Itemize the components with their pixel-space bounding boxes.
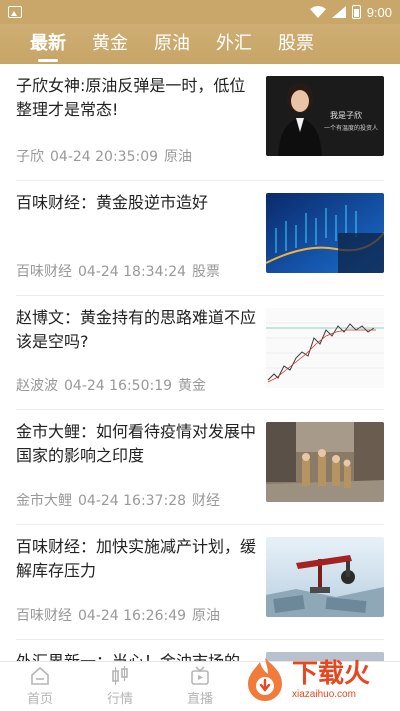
article-time: 04-24 16:37:28 <box>78 493 187 509</box>
article-time: 04-24 16:50:19 <box>64 378 173 394</box>
article-title: 金市大鲤：如何看待疫情对发展中国家的影响之印度 <box>16 422 257 465</box>
article-title: 赵博文：黄金持有的思路难道不应该是空吗? <box>16 308 257 351</box>
watermark-text: 下载火 <box>292 658 371 689</box>
watermark-url: xiazaihuo.com <box>292 688 356 700</box>
list-item[interactable]: 金市大鲤：如何看待疫情对发展中国家的影响之印度 金市大鲤 04-24 16:37:… <box>16 410 384 525</box>
article-meta: 百味财经 04-24 18:34:24 股票 <box>16 261 258 281</box>
tab-latest[interactable]: 最新 <box>30 24 66 64</box>
tab-crude-oil[interactable]: 原油 <box>154 24 190 64</box>
article-thumbnail <box>266 308 384 388</box>
status-time: 9:00 <box>366 4 392 20</box>
signal-icon <box>331 6 346 18</box>
article-category: 股票 <box>192 264 221 280</box>
article-meta: 百味财经 04-24 16:26:49 原油 <box>16 605 258 625</box>
nav-quotes-label: 行情 <box>106 692 133 707</box>
article-category: 黄金 <box>178 378 207 394</box>
tab-stocks[interactable]: 股票 <box>278 24 314 64</box>
category-tabs: 最新 黄金 原油 外汇 股票 <box>0 24 400 64</box>
article-meta: 子欣 04-24 20:35:09 原油 <box>16 146 258 166</box>
article-meta: 赵波波 04-24 16:50:19 黄金 <box>16 375 258 395</box>
nav-live[interactable]: 直播 <box>160 662 240 711</box>
article-thumbnail <box>266 537 384 617</box>
live-icon <box>191 666 209 685</box>
nav-home-label: 首页 <box>26 692 53 707</box>
article-author: 子欣 <box>16 149 44 165</box>
nav-quotes[interactable]: 行情 <box>80 662 160 711</box>
article-time: 04-24 18:34:24 <box>78 264 187 280</box>
nav-live-label: 直播 <box>186 692 213 707</box>
thumb-caption: 一个有温度的投资人 <box>324 124 378 132</box>
thumb-caption: 我是子欣 <box>330 110 362 120</box>
list-item[interactable]: 百味财经：黄金股逆市造好 百味财经 04-24 18:34:24 股票 <box>16 181 384 296</box>
tab-gold[interactable]: 黄金 <box>92 24 128 64</box>
watermark-logo-icon <box>248 658 282 701</box>
status-bar: 9:00 <box>0 0 400 24</box>
quotes-icon <box>112 666 128 685</box>
news-feed: 子欣女神:原油反弹是一时，低位整理才是常态! 子欣 04-24 20:35:09 原… <box>0 64 400 661</box>
nav-home[interactable]: 首页 <box>0 662 80 711</box>
article-title: 子欣女神:原油反弹是一时，低位整理才是常态! <box>16 76 246 119</box>
article-author: 百味财经 <box>16 264 72 280</box>
list-item[interactable]: 百味财经：加快实施减产计划，缓解库存压力 百味财经 04-24 16:26:49 原… <box>16 525 384 640</box>
article-time: 04-24 20:35:09 <box>50 149 159 165</box>
article-thumbnail <box>266 193 384 273</box>
article-title: 外汇界新一：当心！金油市场的 <box>16 650 258 661</box>
article-category: 财经 <box>192 493 221 509</box>
list-item[interactable]: 赵博文：黄金持有的思路难道不应该是空吗? 赵波波 04-24 16:50:19 黄金 <box>16 296 384 410</box>
article-meta: 金市大鲤 04-24 16:37:28 财经 <box>16 490 258 510</box>
list-item[interactable]: 子欣女神:原油反弹是一时，低位整理才是常态! 子欣 04-24 20:35:09 原… <box>16 64 384 181</box>
watermark: 下载火 xiazaihuo.com <box>242 653 392 705</box>
article-thumbnail: 我是子欣 一个有温度的投资人 <box>266 76 384 156</box>
article-thumbnail <box>266 422 384 502</box>
article-title: 百味财经：加快实施减产计划，缓解库存压力 <box>16 537 257 580</box>
article-category: 原油 <box>192 608 221 624</box>
article-time: 04-24 16:26:49 <box>78 608 187 624</box>
article-category: 原油 <box>164 149 193 165</box>
tab-forex[interactable]: 外汇 <box>216 24 252 64</box>
article-author: 金市大鲤 <box>16 493 72 509</box>
battery-icon <box>351 5 361 19</box>
article-author: 百味财经 <box>16 608 72 624</box>
wifi-icon <box>309 6 326 18</box>
home-icon <box>31 666 49 685</box>
article-author: 赵波波 <box>16 378 58 394</box>
article-title: 百味财经：黄金股逆市造好 <box>16 193 209 212</box>
gallery-notification-icon <box>8 6 22 18</box>
